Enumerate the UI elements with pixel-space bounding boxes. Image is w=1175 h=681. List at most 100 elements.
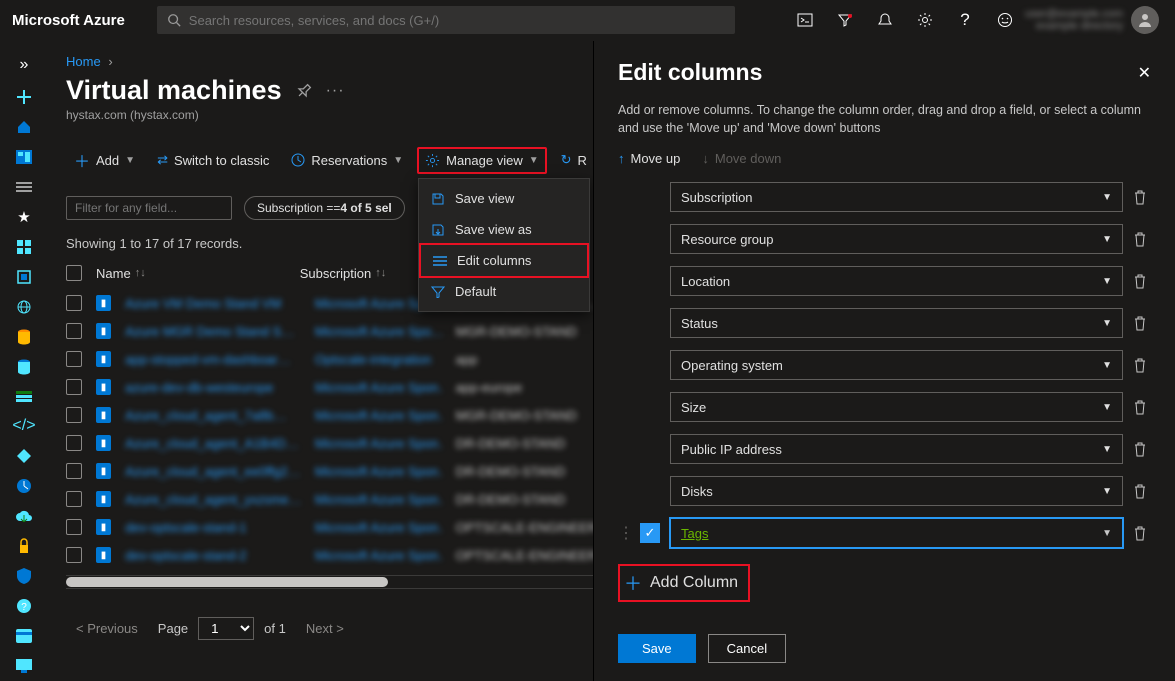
row-checkbox[interactable] — [66, 547, 82, 563]
table-row[interactable]: ▮ Azure_cloud_agent_A1B4D… Microsoft Azu… — [66, 429, 602, 457]
page-select[interactable]: 1 — [198, 617, 254, 640]
nav-sql-db-icon[interactable] — [8, 352, 40, 382]
nav-all-resources-icon[interactable] — [8, 232, 40, 262]
column-select[interactable]: Subscription▼ — [670, 182, 1123, 212]
refresh-button[interactable]: ↻ R — [553, 146, 595, 174]
row-name[interactable]: dev-optscale-stand-2 — [125, 548, 301, 563]
nav-cloud-icon[interactable] — [8, 501, 40, 531]
search-input[interactable] — [189, 13, 725, 28]
row-subscription[interactable]: Microsoft Azure Spon… — [315, 380, 442, 395]
row-checkbox[interactable] — [66, 295, 82, 311]
table-row[interactable]: ▮ app-stopped-vm-dashboar… Optscale-inte… — [66, 345, 602, 373]
nav-defender-icon[interactable] — [8, 561, 40, 591]
delete-icon[interactable] — [1133, 315, 1151, 331]
nav-security-icon[interactable] — [8, 531, 40, 561]
column-header-subscription[interactable]: Subscription ↑↓ — [300, 266, 387, 281]
row-name[interactable]: Azure MGR Demo Stand S… — [125, 324, 301, 339]
delete-icon[interactable] — [1133, 231, 1151, 247]
switch-classic-button[interactable]: ⇄ Switch to classic — [149, 146, 277, 174]
cancel-button[interactable]: Cancel — [708, 634, 786, 663]
row-subscription[interactable]: Microsoft Azure Spo… — [315, 324, 442, 339]
notifications-icon[interactable] — [865, 0, 905, 40]
row-name[interactable]: dev-optscale-stand-1 — [125, 520, 301, 535]
column-select[interactable]: Public IP address▼ — [670, 434, 1123, 464]
row-checkbox[interactable] — [66, 379, 82, 395]
table-row[interactable]: ▮ Azure_cloud_agent_ee0ffg2… Microsoft A… — [66, 457, 602, 485]
delete-icon[interactable] — [1133, 189, 1151, 205]
column-select[interactable]: Disks▼ — [670, 476, 1123, 506]
add-button[interactable]: ＋ Add ▼ — [66, 142, 143, 178]
row-checkbox[interactable] — [66, 491, 82, 507]
row-checkbox[interactable] — [66, 351, 82, 367]
row-name[interactable]: Azure VM Demo Stand VM — [125, 296, 301, 311]
nav-app-services-icon[interactable] — [8, 292, 40, 322]
user-block[interactable]: user@example.com example directory — [1025, 6, 1163, 34]
save-view-item[interactable]: Save view — [419, 183, 589, 214]
row-name[interactable]: Azure_cloud_agent_yxzsme… — [125, 492, 301, 507]
breadcrumb-home[interactable]: Home — [66, 54, 101, 69]
column-select[interactable]: Tags▼ — [670, 518, 1123, 548]
row-checkbox[interactable] — [66, 407, 82, 423]
nav-cost-icon[interactable] — [8, 621, 40, 651]
drag-handle-icon[interactable]: ⋮⋮ — [618, 523, 630, 543]
row-subscription[interactable]: Microsoft Azure Spon… — [315, 408, 442, 423]
row-name[interactable]: Azure_cloud_agent_ee0ffg2… — [125, 464, 301, 479]
row-subscription[interactable]: Microsoft Azure Spon… — [315, 492, 442, 507]
global-search[interactable] — [157, 6, 735, 34]
row-subscription[interactable]: Microsoft Azure Spon… — [315, 548, 442, 563]
delete-icon[interactable] — [1133, 273, 1151, 289]
save-view-as-item[interactable]: Save view as — [419, 214, 589, 245]
previous-button[interactable]: < Previous — [66, 617, 148, 640]
nav-create-icon[interactable] — [8, 82, 40, 112]
row-name[interactable]: Azure_cloud_agent_A1B4D… — [125, 436, 301, 451]
feedback-icon[interactable] — [985, 0, 1025, 40]
column-select[interactable]: Location▼ — [670, 266, 1123, 296]
column-header-name[interactable]: Name ↑↓ — [96, 266, 146, 281]
reservations-button[interactable]: Reservations ▼ — [283, 147, 411, 174]
edit-columns-item[interactable]: Edit columns — [419, 243, 589, 278]
more-icon[interactable]: ··· — [326, 82, 345, 100]
nav-storage-icon[interactable] — [8, 382, 40, 412]
manage-view-button[interactable]: Manage view ▼ — [417, 147, 547, 174]
table-row[interactable]: ▮ Azure_cloud_agent_yxzsme… Microsoft Az… — [66, 485, 602, 513]
next-button[interactable]: Next > — [296, 617, 354, 640]
delete-icon[interactable] — [1133, 483, 1151, 499]
row-subscription[interactable]: Microsoft Azure Spon… — [315, 436, 442, 451]
delete-icon[interactable] — [1133, 399, 1151, 415]
save-button[interactable]: Save — [618, 634, 696, 663]
table-row[interactable]: ▮ dev-optscale-stand-2 Microsoft Azure S… — [66, 541, 602, 569]
table-row[interactable]: ▮ Azure_cloud_agent_7a8b… Microsoft Azur… — [66, 401, 602, 429]
table-row[interactable]: ▮ dev-optscale-stand-1 Microsoft Azure S… — [66, 513, 602, 541]
delete-icon[interactable] — [1133, 357, 1151, 373]
settings-icon[interactable] — [905, 0, 945, 40]
move-down-button[interactable]: ↓ Move down — [702, 151, 781, 166]
row-checkbox[interactable] — [66, 519, 82, 535]
scrollbar-thumb[interactable] — [66, 577, 388, 587]
row-subscription[interactable]: Microsoft Azure Spon… — [315, 520, 442, 535]
table-row[interactable]: ▮ Azure MGR Demo Stand S… Microsoft Azur… — [66, 317, 602, 345]
horizontal-scrollbar[interactable] — [66, 575, 602, 589]
pin-icon[interactable] — [292, 79, 315, 102]
column-select[interactable]: Status▼ — [670, 308, 1123, 338]
row-subscription[interactable]: Optscale-integration — [315, 352, 442, 367]
move-up-button[interactable]: ↑ Move up — [618, 151, 680, 166]
nav-functions-icon[interactable]: </> — [8, 411, 40, 441]
selected-checkbox[interactable]: ✓ — [640, 523, 660, 543]
subscription-filter-pill[interactable]: Subscription == 4 of 5 sel — [244, 196, 405, 220]
row-checkbox[interactable] — [66, 323, 82, 339]
default-item[interactable]: Default — [419, 276, 589, 307]
row-name[interactable]: app-stopped-vm-dashboar… — [125, 352, 301, 367]
select-all-checkbox[interactable] — [66, 265, 82, 281]
delete-icon[interactable] — [1133, 441, 1151, 457]
row-checkbox[interactable] — [66, 463, 82, 479]
nav-all-services-icon[interactable] — [8, 172, 40, 202]
row-subscription[interactable]: Microsoft Azure Spon… — [315, 464, 442, 479]
nav-resource-groups-icon[interactable] — [8, 262, 40, 292]
help-icon[interactable]: ? — [945, 0, 985, 40]
delete-icon[interactable] — [1133, 525, 1151, 541]
avatar[interactable] — [1131, 6, 1159, 34]
nav-favorites-icon[interactable]: ★ — [8, 202, 40, 232]
directory-filter-icon[interactable] — [825, 0, 865, 40]
nav-vm-icon[interactable] — [8, 651, 40, 681]
column-select[interactable]: Resource group▼ — [670, 224, 1123, 254]
